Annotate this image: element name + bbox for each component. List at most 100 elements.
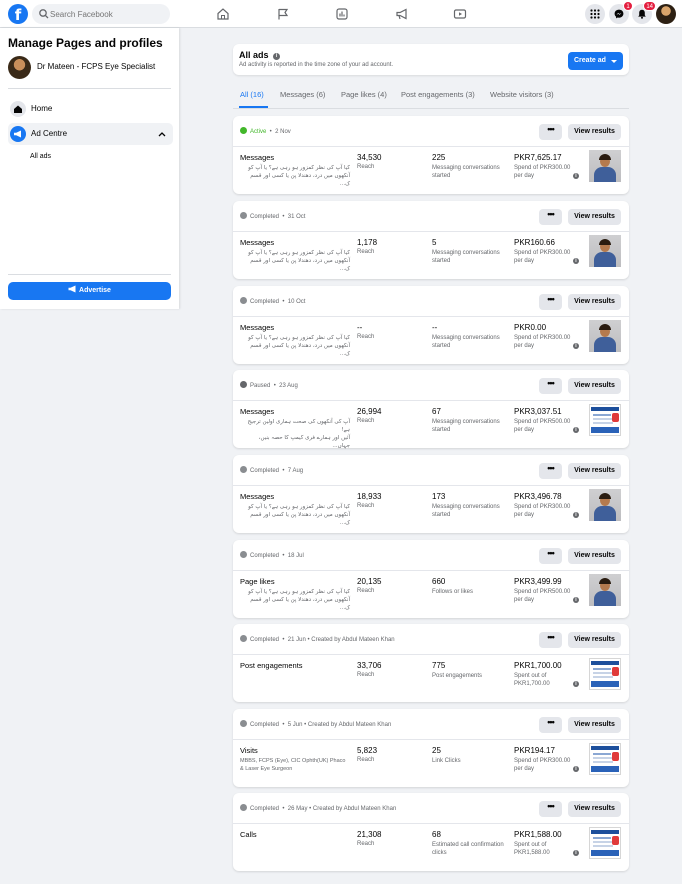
- status-completed-icon: [240, 297, 247, 304]
- results-label: Post engagements: [432, 673, 483, 679]
- more-options-button[interactable]: •••: [539, 463, 562, 479]
- ad-thumbnail[interactable]: [589, 743, 621, 775]
- view-results-button[interactable]: View results: [568, 548, 621, 564]
- more-options-button[interactable]: •••: [539, 378, 562, 394]
- card-divider: [233, 739, 629, 740]
- more-options-button[interactable]: •••: [539, 209, 562, 225]
- ad-primary-text: آپ کی آنکھوں کی صحت ہماری اولین ترجیح ہے…: [247, 419, 350, 449]
- tab-website-visitors[interactable]: Website visitors (3): [490, 90, 554, 99]
- notifications-button[interactable]: 14: [632, 1, 656, 24]
- ad-status: Completed: [250, 722, 280, 728]
- spend-value: PKR3,037.51: [514, 407, 562, 416]
- ad-thumbnail[interactable]: [589, 658, 621, 690]
- more-options-button[interactable]: •••: [539, 124, 562, 140]
- ad-thumbnail[interactable]: [589, 489, 621, 521]
- tab-messages[interactable]: Messages (6): [280, 90, 325, 99]
- tab-page-likes[interactable]: Page likes (4): [341, 90, 387, 99]
- view-results-button[interactable]: View results: [568, 209, 621, 225]
- menu-grid-button[interactable]: [585, 4, 605, 24]
- reach-label: Reach: [357, 672, 375, 678]
- ad-card: Completed • 7 Aug ••• View results Messages…: [233, 455, 629, 533]
- info-icon[interactable]: i: [573, 343, 579, 349]
- results-label: Messaging conversations started: [432, 504, 500, 518]
- spend-value: PKR1,700.00: [514, 661, 562, 670]
- more-options-button[interactable]: •••: [539, 632, 562, 648]
- page-profile-switcher[interactable]: Dr Mateen - FCPS Eye Specialist: [8, 56, 173, 80]
- ad-meta: • 7 Aug: [279, 468, 304, 474]
- ad-thumbnail[interactable]: [589, 150, 621, 182]
- reach-value: 20,135: [357, 577, 382, 586]
- info-icon[interactable]: i: [573, 766, 579, 772]
- view-results-button[interactable]: View results: [568, 717, 621, 733]
- ad-thumbnail[interactable]: [589, 574, 621, 606]
- info-icon[interactable]: i: [573, 173, 579, 179]
- ad-thumbnail[interactable]: [589, 320, 621, 352]
- status-active-icon: [240, 127, 247, 134]
- chevron-up-icon[interactable]: [158, 131, 166, 137]
- ad-objective: Messages: [240, 323, 275, 332]
- ad-thumbnail[interactable]: [589, 404, 621, 436]
- view-results-button[interactable]: View results: [568, 378, 621, 394]
- view-results-button[interactable]: View results: [568, 632, 621, 648]
- info-icon[interactable]: i: [573, 427, 579, 433]
- ad-status-row: Active • 2 Nov: [240, 127, 291, 137]
- more-options-button[interactable]: •••: [539, 548, 562, 564]
- reach-value: 21,308: [357, 830, 382, 839]
- results-value: 660: [432, 577, 446, 586]
- ad-thumbnail[interactable]: [589, 827, 621, 859]
- ad-status: Completed: [250, 214, 280, 220]
- ad-objective: Messages: [240, 238, 275, 247]
- view-results-button[interactable]: View results: [568, 801, 621, 817]
- messenger-button[interactable]: 1: [609, 1, 633, 24]
- sidebar-item-ad-centre[interactable]: Ad Centre: [8, 123, 173, 145]
- flag-nav-icon[interactable]: [276, 7, 290, 21]
- more-options-button[interactable]: •••: [539, 294, 562, 310]
- home-nav-icon[interactable]: [216, 7, 230, 21]
- reach-value: 1,178: [357, 238, 378, 247]
- ad-objective: Messages: [240, 492, 275, 501]
- ad-meta: • 26 May • Created by Abdul Mateen Khan: [279, 806, 397, 812]
- ad-status: Active: [250, 129, 267, 135]
- search-box[interactable]: [32, 4, 170, 24]
- ad-status: Completed: [250, 637, 280, 643]
- sidebar-item-home[interactable]: Home: [8, 98, 173, 120]
- info-icon[interactable]: i: [573, 512, 579, 518]
- results-label: Estimated call confirmation clicks: [432, 842, 504, 856]
- reach-label: Reach: [357, 757, 375, 763]
- megaphone-nav-icon[interactable]: [395, 7, 409, 21]
- status-completed-icon: [240, 551, 247, 558]
- info-icon[interactable]: i: [573, 597, 579, 603]
- top-navigation-bar: f Search Facebook 1 14: [0, 0, 682, 28]
- spend-value: PKR0.00: [514, 323, 547, 332]
- card-divider: [233, 570, 629, 571]
- info-icon[interactable]: i: [573, 258, 579, 264]
- left-sidebar: Manage Pages and profiles Dr Mateen - FC…: [0, 28, 179, 309]
- video-nav-icon[interactable]: [453, 7, 467, 21]
- sidebar-item-all-ads[interactable]: All ads: [30, 153, 51, 160]
- sidebar-divider: [8, 274, 171, 275]
- spend-value: PKR194.17: [514, 746, 555, 755]
- more-options-button[interactable]: •••: [539, 717, 562, 733]
- tab-post-engagements[interactable]: Post engagements (3): [401, 90, 475, 99]
- card-divider: [233, 146, 629, 147]
- facebook-logo-icon[interactable]: f: [8, 4, 28, 24]
- ad-thumbnail[interactable]: [589, 235, 621, 267]
- insights-nav-icon[interactable]: [335, 7, 349, 21]
- account-avatar[interactable]: [656, 4, 676, 24]
- spend-value: PKR160.66: [514, 238, 555, 247]
- ad-status: Paused: [250, 383, 271, 389]
- info-icon[interactable]: i: [273, 53, 281, 60]
- more-options-button[interactable]: •••: [539, 801, 562, 817]
- sidebar-divider: [8, 88, 171, 89]
- create-ad-button[interactable]: Create ad: [568, 52, 623, 70]
- search-input[interactable]: [50, 4, 166, 24]
- view-results-button[interactable]: View results: [568, 124, 621, 140]
- info-icon[interactable]: i: [573, 681, 579, 687]
- tab-all[interactable]: All (16): [240, 90, 264, 99]
- advertise-button[interactable]: Advertise: [8, 282, 171, 300]
- ad-objective: Messages: [240, 407, 275, 416]
- info-icon[interactable]: i: [573, 850, 579, 856]
- view-results-button[interactable]: View results: [568, 463, 621, 479]
- reach-label: Reach: [357, 418, 375, 424]
- view-results-button[interactable]: View results: [568, 294, 621, 310]
